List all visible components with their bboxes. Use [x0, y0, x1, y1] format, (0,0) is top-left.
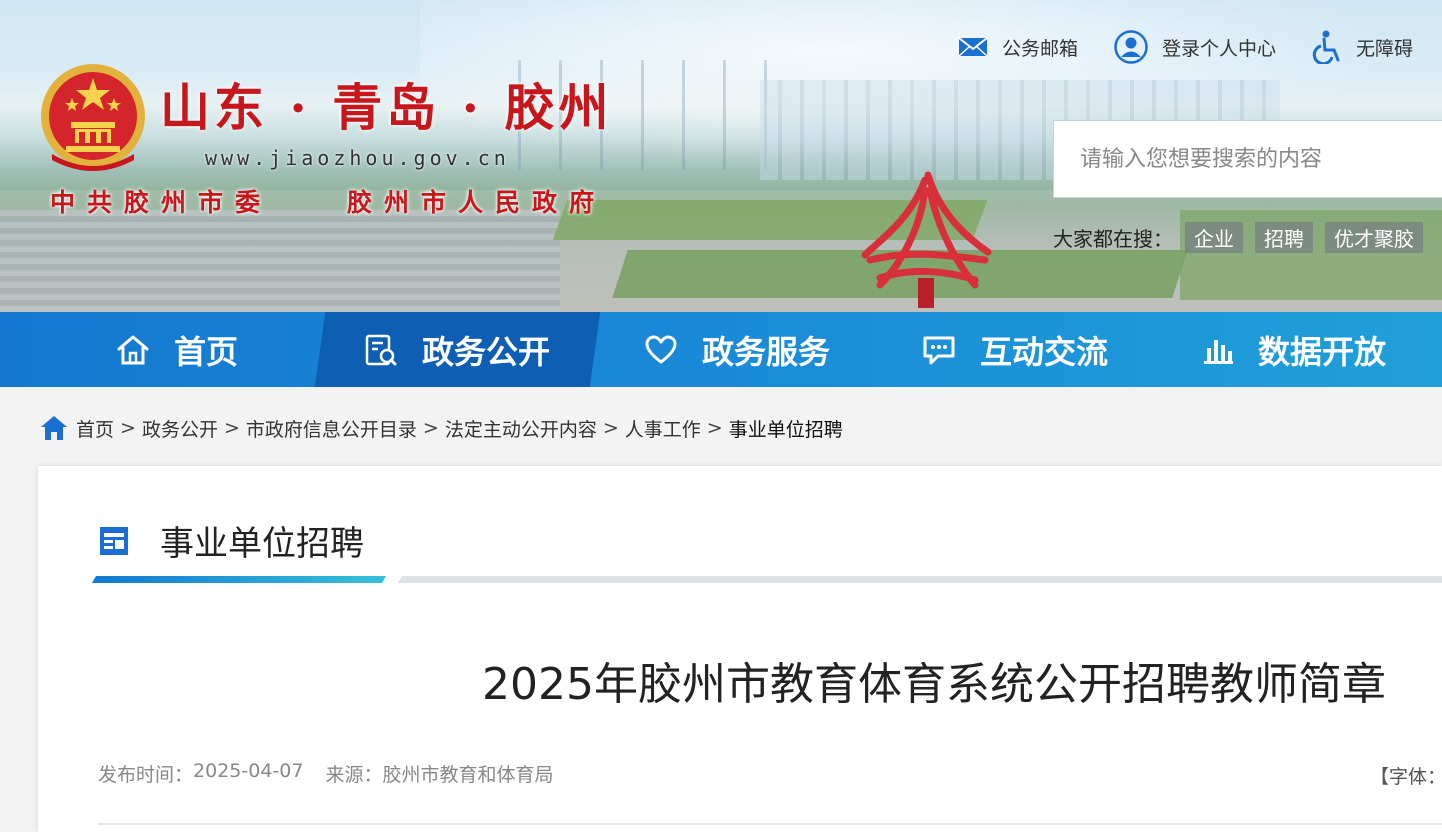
top-links: 公务邮箱 登录个人中心 无障碍	[958, 28, 1442, 66]
breadcrumb-link[interactable]: 首页	[76, 415, 114, 442]
nav-item-gov-affairs[interactable]: 政务公开	[364, 312, 550, 387]
user-icon	[1114, 30, 1148, 64]
top-link-mail[interactable]: 公务邮箱	[958, 34, 1078, 61]
site-url: www.jiaozhou.gov.cn	[205, 146, 510, 170]
org-gov-name: 胶州市人民政府	[347, 188, 607, 217]
org-party-name: 中共胶州市委	[50, 188, 273, 217]
hot-search: 大家都在搜： 企业 招聘 优才聚胶	[1053, 222, 1423, 253]
nav-item-interaction[interactable]: 互动交流	[922, 312, 1108, 387]
breadcrumb-separator: >	[602, 417, 619, 439]
hot-search-tag[interactable]: 优才聚胶	[1325, 222, 1423, 253]
national-emblem-logo	[41, 64, 145, 171]
heart-icon	[645, 335, 677, 363]
nav-item-home[interactable]: 首页	[116, 312, 238, 387]
section-underline	[397, 576, 1442, 583]
breadcrumb-current[interactable]: 事业单位招聘	[729, 415, 843, 442]
meta-divider	[98, 823, 1442, 825]
nav-item-label: 政务公开	[422, 332, 551, 371]
accessibility-icon	[1312, 30, 1340, 64]
content-panel: 事业单位招聘 2025年胶州市教育体育系统公开招聘教师简章 发布时间： 2025…	[38, 466, 1442, 832]
home-icon	[117, 335, 149, 364]
mail-icon	[958, 37, 988, 57]
hot-search-label: 大家都在搜：	[1053, 227, 1173, 251]
header-banner: 山东 · 青岛 · 胶州 www.jiaozhou.gov.cn 中共胶州市委 …	[0, 0, 1442, 312]
document-search-icon	[365, 334, 397, 365]
top-link-mail-label: 公务邮箱	[1002, 37, 1079, 60]
search-box	[1053, 120, 1442, 198]
breadcrumb-separator: >	[422, 417, 439, 439]
section-underline-accent	[91, 576, 387, 583]
article-title: 2025年胶州市教育体育系统公开招聘教师简章	[482, 659, 1386, 710]
hot-search-tag[interactable]: 招聘	[1255, 222, 1313, 253]
date-label: 发布时间：	[98, 764, 194, 786]
home-icon	[41, 416, 67, 440]
list-page-icon	[100, 526, 128, 555]
font-size-control[interactable]: 【字体：	[1370, 762, 1442, 789]
site-title: 山东 · 青岛 · 胶州	[160, 78, 613, 137]
main-nav: 首页 政务公开 政务服务 互动交流 数据开放	[0, 312, 1442, 387]
banner-steps	[0, 210, 560, 312]
publish-date: 2025-04-07	[193, 760, 304, 782]
section-header: 事业单位招聘	[100, 516, 364, 565]
search-input[interactable]	[1080, 146, 1440, 172]
bar-chart-icon	[1204, 339, 1233, 364]
breadcrumb-separator: >	[120, 417, 136, 439]
nav-item-open-data[interactable]: 数据开放	[1202, 312, 1386, 387]
nav-item-label: 数据开放	[1258, 332, 1387, 371]
article-meta: 发布时间： 2025-04-07 来源： 胶州市教育和体育局	[98, 760, 553, 787]
source-label: 来源：	[325, 764, 383, 786]
breadcrumb-separator: >	[706, 417, 723, 439]
top-link-login[interactable]: 登录个人中心	[1114, 30, 1276, 64]
breadcrumb: 首页 > 政务公开 > 市政府信息公开目录 > 法定主动公开内容 > 人事工作 …	[40, 410, 843, 446]
top-link-login-label: 登录个人中心	[1162, 37, 1277, 60]
hot-search-tag[interactable]: 企业	[1185, 222, 1243, 253]
top-link-accessibility-label: 无障碍	[1356, 37, 1414, 60]
nav-item-label: 政务服务	[702, 332, 831, 371]
nav-item-label: 首页	[174, 332, 239, 371]
breadcrumb-link[interactable]: 政务公开	[142, 415, 218, 442]
chat-icon	[923, 336, 955, 364]
breadcrumb-separator: >	[223, 417, 240, 439]
breadcrumb-link[interactable]: 市政府信息公开目录	[246, 415, 417, 442]
section-title: 事业单位招聘	[160, 524, 364, 564]
article-source: 胶州市教育和体育局	[382, 764, 554, 786]
nav-item-label: 互动交流	[980, 332, 1109, 371]
top-link-accessibility[interactable]: 无障碍	[1312, 30, 1413, 64]
red-sculpture-image	[861, 171, 992, 308]
breadcrumb-link[interactable]: 法定主动公开内容	[445, 415, 597, 442]
nav-item-gov-services[interactable]: 政务服务	[644, 312, 830, 387]
breadcrumb-link[interactable]: 人事工作	[625, 415, 701, 442]
